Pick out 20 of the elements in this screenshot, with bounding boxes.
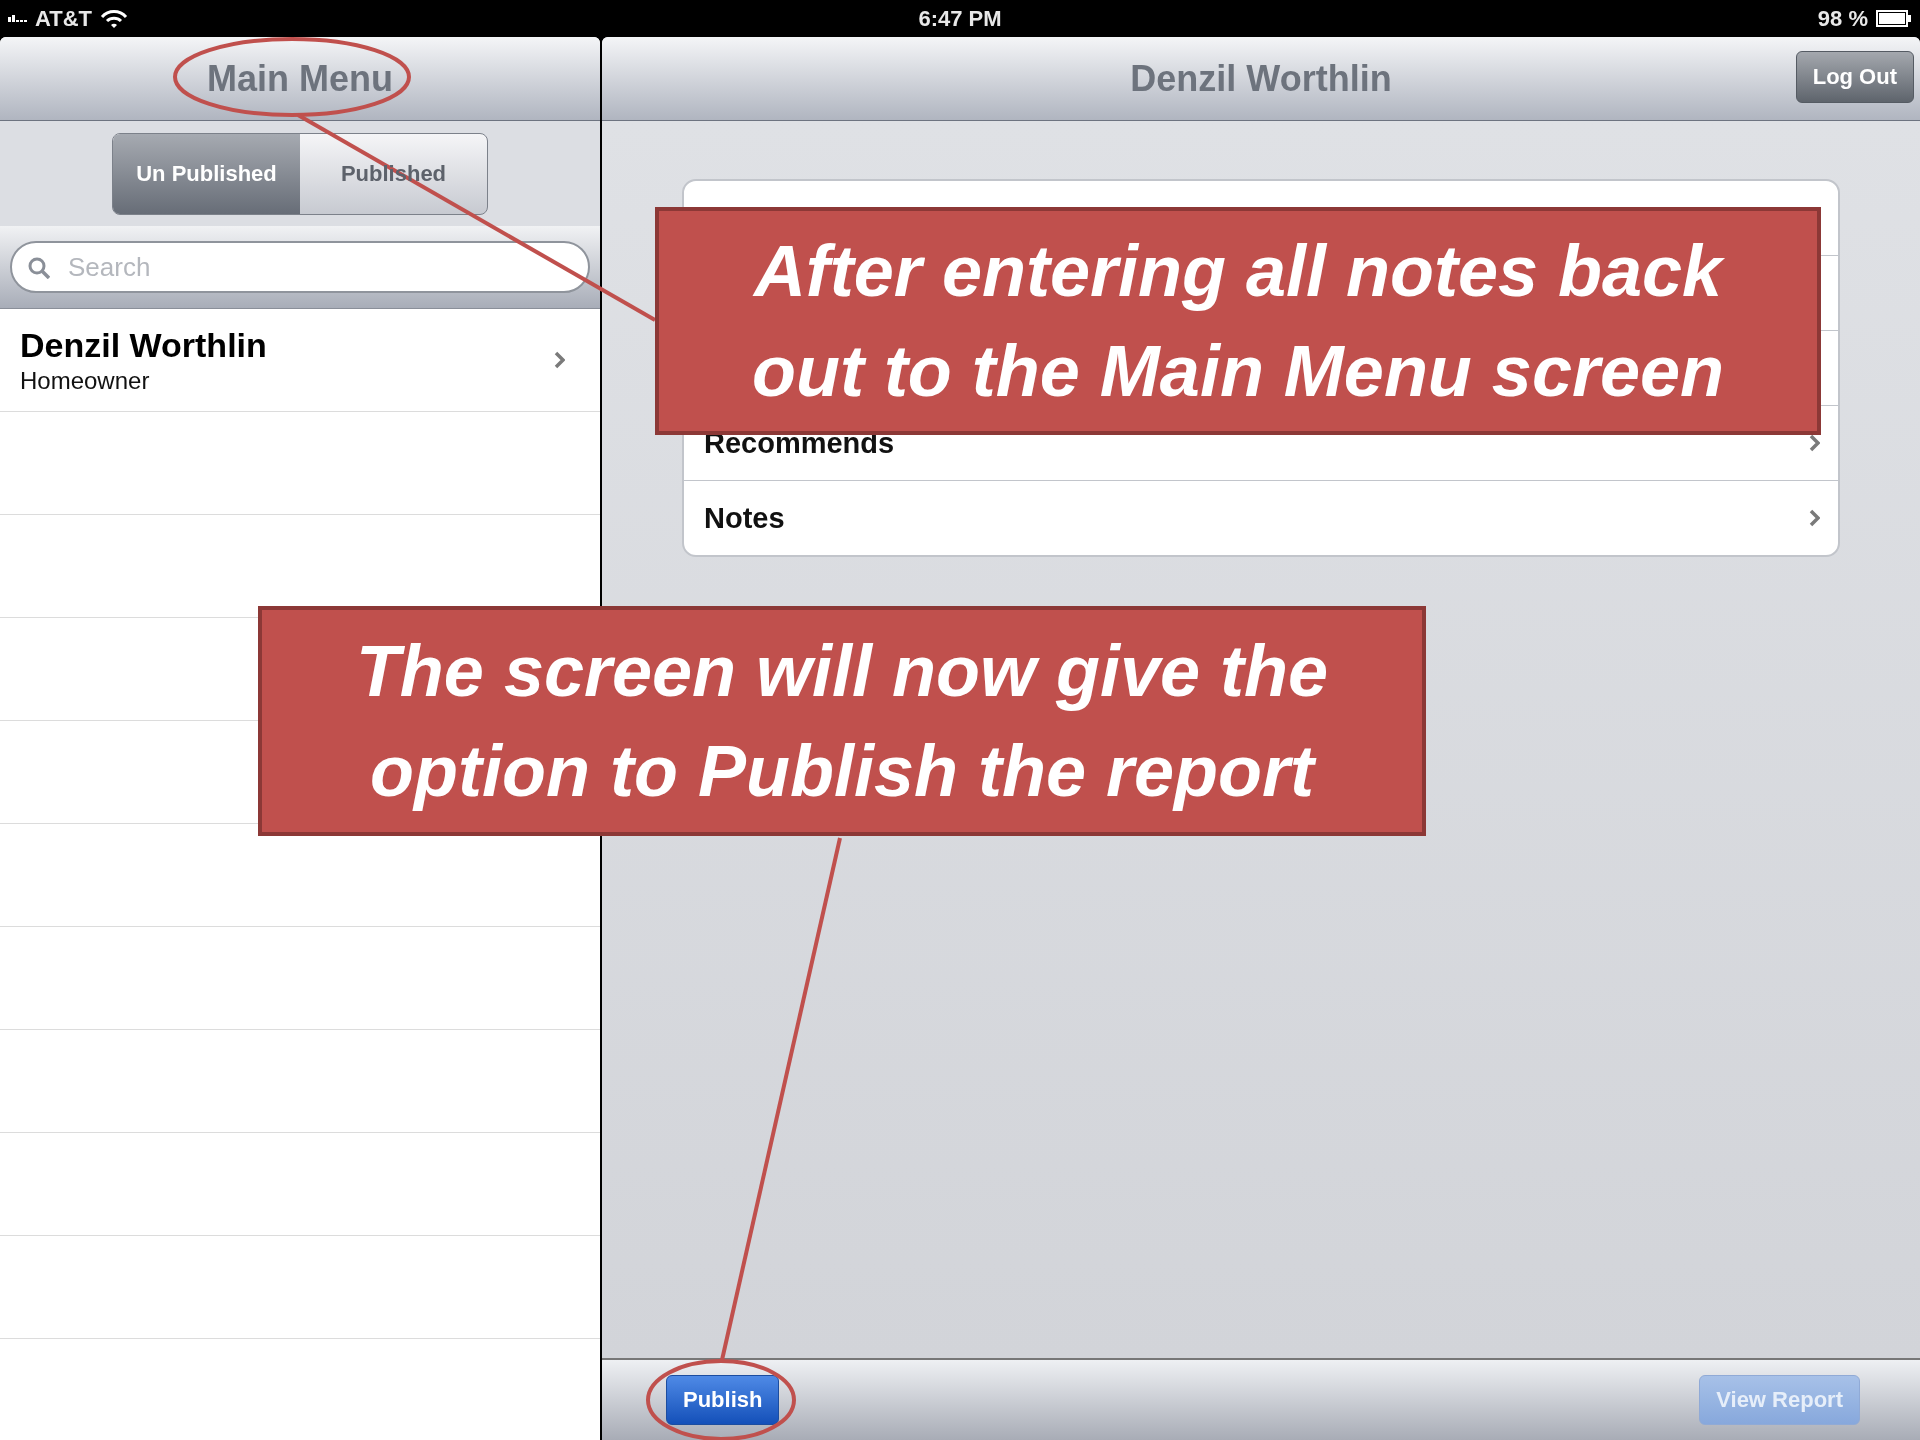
- navbar-title: Main Menu: [207, 57, 393, 100]
- callout-box: After entering all notes back out to the Main Menu screen: [655, 207, 1821, 435]
- row-label: Notes: [704, 501, 785, 535]
- callout-box: The screen will now give the option to Publish the report: [258, 606, 1426, 836]
- battery-icon: [1876, 10, 1912, 27]
- chevron-icon: [553, 351, 565, 369]
- signal-icon: [8, 15, 27, 22]
- chevron-icon[interactable]: [1808, 509, 1820, 527]
- navbar-title: Denzil Worthlin: [1130, 57, 1392, 100]
- wifi-icon: [100, 8, 129, 29]
- carrier-name: AT&T: [35, 5, 93, 32]
- toolbar-button[interactable]: Publish: [666, 1375, 780, 1425]
- contact-name: Denzil Worthlin: [20, 325, 267, 365]
- segment-tab[interactable]: Un Published: [113, 133, 300, 214]
- contact-role: Homeowner: [20, 366, 151, 395]
- log-out-button[interactable]: Log Out: [1795, 51, 1914, 103]
- chevron-icon[interactable]: [1808, 434, 1820, 452]
- clock-time: 6:47 PM: [918, 5, 1002, 32]
- battery-percent: 98 %: [1817, 5, 1868, 32]
- search-field[interactable]: Search: [10, 241, 590, 293]
